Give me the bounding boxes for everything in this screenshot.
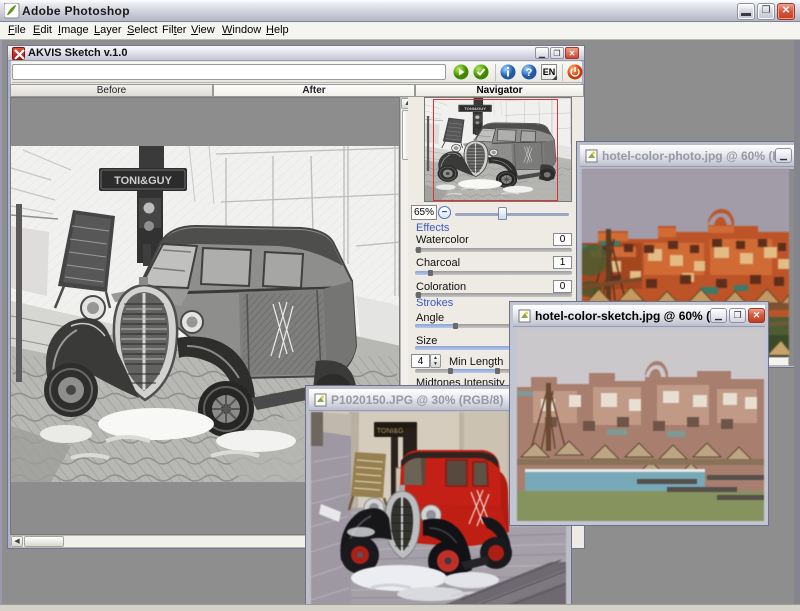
svg-text:?: ? [526, 67, 533, 79]
